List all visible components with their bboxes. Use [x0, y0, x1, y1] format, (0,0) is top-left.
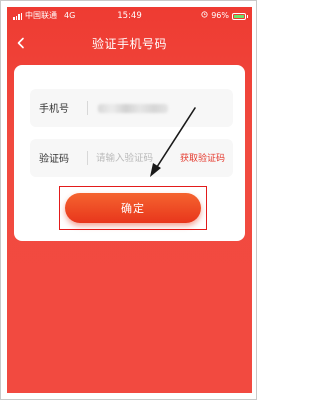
device-frame: 中国联通 4G 15:49 96% 验证手机号码 手机号 验证码 请输入验证码 … [0, 0, 257, 400]
phone-value-masked[interactable] [98, 104, 168, 113]
page-title: 验证手机号码 [91, 37, 167, 51]
code-label: 验证码 [39, 154, 69, 165]
alarm-icon [201, 7, 208, 25]
confirm-button[interactable]: 确定 [65, 193, 201, 223]
confirm-highlight-box: 确定 [59, 186, 207, 230]
divider [87, 101, 88, 115]
divider [87, 151, 88, 165]
status-right: 96% [201, 7, 248, 25]
battery-percent: 96% [211, 11, 229, 20]
code-row: 验证码 获取验证码 [30, 139, 233, 177]
status-bar: 中国联通 4G 15:49 96% [7, 7, 252, 25]
battery-icon [232, 12, 248, 20]
nav-bar: 验证手机号码 [7, 29, 252, 57]
app-screen: 中国联通 4G 15:49 96% 验证手机号码 手机号 验证码 请输入验证码 … [7, 7, 252, 393]
get-code-link[interactable]: 获取验证码 [180, 151, 225, 164]
verify-card: 手机号 验证码 获取验证码 确定 [14, 65, 245, 241]
phone-row: 手机号 [30, 89, 233, 127]
code-input[interactable] [96, 149, 174, 167]
phone-label: 手机号 [39, 104, 69, 115]
